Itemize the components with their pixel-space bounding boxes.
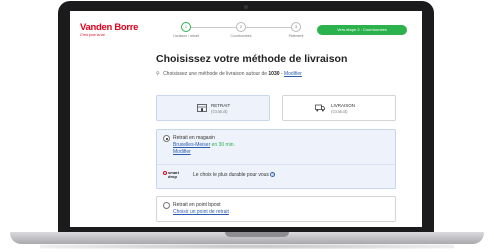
page-title: Choisissez votre méthode de livraison xyxy=(156,53,348,65)
choose-pickup-point-link[interactable]: Choisir un point de retrait xyxy=(173,209,229,215)
pickup-mode-price: (Gratuit) xyxy=(211,108,228,114)
laptop-base xyxy=(10,232,484,244)
location-prefix: Choisissez une méthode de livraison auto… xyxy=(163,71,268,77)
modify-location-link[interactable]: Modifier xyxy=(284,71,302,77)
separator: - xyxy=(280,71,283,77)
store-line: Bruxelles-Meiser en 30 min. xyxy=(173,142,235,148)
step-number: 1 xyxy=(181,22,191,32)
step-payment[interactable]: 3 Paiement xyxy=(276,22,316,38)
checkout-header: Vanden Borre C'est pour la vie 1 Livrais… xyxy=(70,11,422,45)
bpost-pickup-option[interactable]: Retrait en point bpost Choisir un point … xyxy=(156,196,396,222)
smart-drop-logo-line2: drop xyxy=(168,174,177,180)
webcam xyxy=(244,5,248,9)
store-availability: en 30 min. xyxy=(211,142,235,148)
logo-tagline: C'est pour la vie xyxy=(80,33,105,37)
step-delivery[interactable]: 1 Livraison / retrait xyxy=(166,22,206,38)
delivery-mode-tabs: RETRAIT (Gratuit) LIVRAISON (Gratuit) xyxy=(156,95,396,121)
bpost-pickup-radio[interactable] xyxy=(163,202,170,209)
bpost-pickup-title: Retrait en point bpost xyxy=(173,202,221,208)
truck-icon xyxy=(315,104,325,112)
pickup-mode-button[interactable]: RETRAIT (Gratuit) xyxy=(156,95,270,121)
smart-drop-logo: smart drop xyxy=(163,171,179,179)
delivery-mode-label: LIVRAISON xyxy=(331,103,356,108)
pickup-mode-text: RETRAIT (Gratuit) xyxy=(211,103,230,114)
delivery-mode-text: LIVRAISON (Gratuit) xyxy=(331,103,355,114)
step-label: Paiement xyxy=(288,34,304,38)
postcode: 1030 xyxy=(268,71,280,77)
store-name-link[interactable]: Bruxelles-Meiser xyxy=(173,142,210,148)
info-icon[interactable]: ? xyxy=(270,172,276,178)
step-number: 2 xyxy=(236,22,246,32)
laptop-notch xyxy=(225,232,289,237)
delivery-method-section: Choisissez votre méthode de livraison ⚲ … xyxy=(156,53,396,222)
delivery-mode-button[interactable]: LIVRAISON (Gratuit) xyxy=(282,95,396,121)
step-label: Coordonnées xyxy=(230,34,252,38)
logo-name: Vanden Borre xyxy=(80,22,139,33)
divider xyxy=(157,164,395,165)
smart-drop-icon xyxy=(163,171,167,175)
smart-drop-text: Le choix le plus durable pour vous xyxy=(193,172,269,178)
pickup-mode-label: RETRAIT xyxy=(211,103,231,108)
delivery-mode-price: (Gratuit) xyxy=(331,108,348,114)
next-step-button[interactable]: Vers étape 2 : Coordonnées xyxy=(317,25,407,35)
smart-drop-text-row: Le choix le plus durable pour vous ? xyxy=(193,172,276,178)
store-icon xyxy=(197,104,207,112)
store-pickup-option[interactable]: Retrait en magasin Bruxelles-Meiser en 3… xyxy=(156,129,396,189)
store-pickup-radio[interactable] xyxy=(163,135,170,142)
checkout-stepper: 1 Livraison / retrait 2 Coordonnées 3 Pa… xyxy=(166,21,306,45)
step-label: Livraison / retrait xyxy=(173,34,199,38)
laptop-screen: Vanden Borre C'est pour la vie 1 Livrais… xyxy=(70,11,422,227)
location-pin-icon: ⚲ xyxy=(156,71,160,77)
location-line: ⚲ Choisissez une méthode de livraison au… xyxy=(156,71,396,78)
laptop-shadow xyxy=(40,244,454,249)
step-details[interactable]: 2 Coordonnées xyxy=(221,22,261,38)
laptop-lid: Vanden Borre C'est pour la vie 1 Livrais… xyxy=(58,1,434,233)
modify-store-link[interactable]: Modifier xyxy=(173,149,191,155)
store-pickup-title: Retrait en magasin xyxy=(173,135,215,141)
brand-logo[interactable]: Vanden Borre C'est pour la vie xyxy=(80,22,139,38)
step-number: 3 xyxy=(291,22,301,32)
